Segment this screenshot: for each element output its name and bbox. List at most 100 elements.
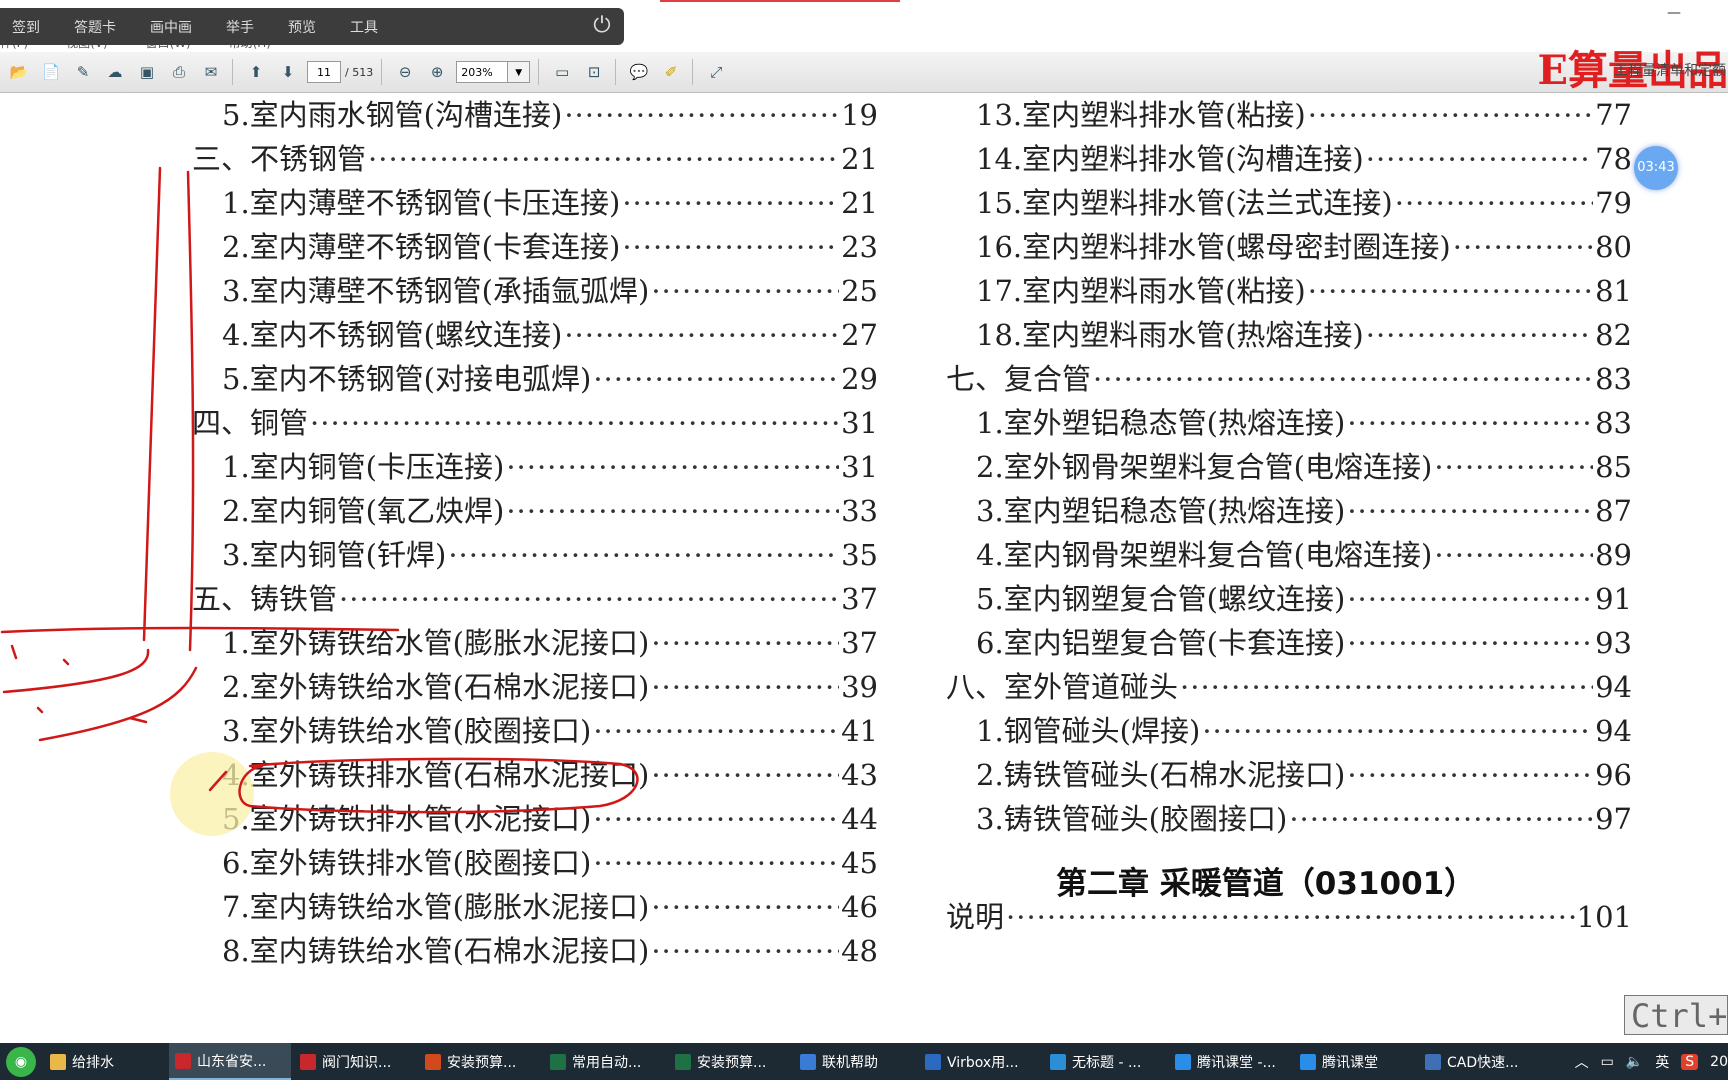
toc-entry[interactable]: 2.室外钢骨架塑料复合管(电熔连接) 85 bbox=[976, 445, 1632, 489]
battery-icon[interactable]: ▭ bbox=[1601, 1054, 1614, 1070]
toc-entry[interactable]: 4.室外铸铁排水管(石棉水泥接口) 43 bbox=[222, 753, 878, 797]
page-number-input[interactable]: 11 bbox=[307, 61, 341, 83]
toc-leader-dots bbox=[339, 577, 839, 621]
toc-entry-text: 8.室内铸铁给水管(石棉水泥接口) bbox=[222, 934, 650, 968]
toc-entry-page: 83 bbox=[1595, 406, 1632, 440]
picture-in-picture-button[interactable]: 画中画 bbox=[150, 17, 192, 37]
toc-section[interactable]: 八、室外管道碰头 94 bbox=[946, 665, 1632, 709]
taskbar-item[interactable]: 无标题 - ... bbox=[1044, 1043, 1166, 1080]
toc-entry[interactable]: 5.室外铸铁排水管(水泥接口) 44 bbox=[222, 797, 878, 841]
taskbar-item[interactable]: Virbox用... bbox=[919, 1043, 1041, 1080]
toc-entry-text: 说明 bbox=[946, 900, 1005, 934]
taskbar-item[interactable]: 山东省安... bbox=[169, 1043, 291, 1080]
toc-entry[interactable]: 8.室内铸铁给水管(石棉水泥接口) 48 bbox=[222, 929, 878, 973]
taskbar-item[interactable]: 联机帮助 bbox=[794, 1043, 916, 1080]
toc-entry[interactable]: 3.室内薄壁不锈钢管(承插氩弧焊) 25 bbox=[222, 269, 878, 313]
preview-button[interactable]: 预览 bbox=[288, 17, 316, 37]
taskbar-item[interactable]: 腾讯课堂 -... bbox=[1169, 1043, 1291, 1080]
ime-indicator[interactable]: 英 bbox=[1655, 1052, 1669, 1072]
toc-entry-page: 29 bbox=[841, 362, 878, 396]
toc-entry[interactable]: 3.室内铜管(钎焊) 35 bbox=[222, 533, 878, 577]
checkin-button[interactable]: 签到 bbox=[12, 17, 40, 37]
start-button[interactable]: ◉ bbox=[6, 1046, 36, 1077]
page-total: / 513 bbox=[345, 65, 374, 79]
raise-hand-button[interactable]: 举手 bbox=[226, 17, 254, 37]
previous-page-icon[interactable]: ⬆ bbox=[243, 59, 269, 85]
toc-entry[interactable]: 7.室内铸铁给水管(膨胀水泥接口) 46 bbox=[222, 885, 878, 929]
fit-width-icon[interactable]: ⊡ bbox=[581, 59, 607, 85]
taskbar-item[interactable]: 常用自动... bbox=[544, 1043, 666, 1080]
toc-entry[interactable]: 6.室内铝塑复合管(卡套连接) 93 bbox=[976, 621, 1632, 665]
toc-entry[interactable]: 13.室内塑料排水管(粘接) 77 bbox=[976, 93, 1632, 137]
toc-entry[interactable]: 14.室内塑料排水管(沟槽连接) 78 bbox=[976, 137, 1632, 181]
taskbar-item[interactable]: CAD快速... bbox=[1419, 1043, 1541, 1080]
toc-entry-page: 39 bbox=[841, 670, 878, 704]
toc-entry[interactable]: 15.室内塑料排水管(法兰式连接) 79 bbox=[976, 181, 1632, 225]
power-icon[interactable]: ⏻ bbox=[588, 12, 616, 40]
open-file-icon[interactable]: 📂 bbox=[6, 59, 32, 85]
save-icon[interactable]: ▣ bbox=[134, 59, 160, 85]
toc-entry[interactable]: 1.室内铜管(卡压连接) 31 bbox=[222, 445, 878, 489]
toc-section[interactable]: 七、复合管 83 bbox=[946, 357, 1632, 401]
zoom-input[interactable]: 203% bbox=[456, 61, 509, 83]
toc-section[interactable]: 三、不锈钢管 21 bbox=[192, 137, 878, 181]
toc-entry[interactable]: 3.室内塑铝稳态管(热熔连接) 87 bbox=[976, 489, 1632, 533]
toc-entry[interactable]: 5.室内钢塑复合管(螺纹连接) 91 bbox=[976, 577, 1632, 621]
volume-icon[interactable]: 🔈 bbox=[1626, 1054, 1643, 1070]
toc-entry[interactable]: 4.室内不锈钢管(螺纹连接) 27 bbox=[222, 313, 878, 357]
toc-entry[interactable]: 18.室内塑料雨水管(热熔连接) 82 bbox=[976, 313, 1632, 357]
toc-entry[interactable]: 5.室内雨水钢管(沟槽连接) 19 bbox=[222, 93, 878, 137]
toc-entry[interactable]: 2.铸铁管碰头(石棉水泥接口) 96 bbox=[976, 753, 1632, 797]
toc-leader-dots bbox=[1308, 93, 1593, 137]
zoom-out-icon[interactable]: ⊖ bbox=[392, 59, 418, 85]
clock[interactable]: 20 bbox=[1710, 1054, 1728, 1070]
taskbar-item[interactable]: 安装预算... bbox=[669, 1043, 791, 1080]
zoom-dropdown-icon[interactable]: ▼ bbox=[508, 61, 531, 83]
next-page-icon[interactable]: ⬇ bbox=[275, 59, 301, 85]
edit-icon[interactable]: ✎ bbox=[70, 59, 96, 85]
toc-entry[interactable]: 16.室内塑料排水管(螺母密封圈连接) 80 bbox=[976, 225, 1632, 269]
taskbar-item[interactable]: 安装预算... bbox=[419, 1043, 541, 1080]
toc-leader-dots bbox=[448, 533, 839, 577]
toc-entry[interactable]: 1.室内薄壁不锈钢管(卡压连接) 21 bbox=[222, 181, 878, 225]
tray-chevron-icon[interactable]: ︿ bbox=[1575, 1052, 1589, 1072]
toc-entry[interactable]: 6.室外铸铁排水管(胶圈接口) 45 bbox=[222, 841, 878, 885]
fullscreen-icon[interactable]: ⤢ bbox=[703, 59, 729, 85]
minimize-button[interactable]: — bbox=[1660, 2, 1688, 24]
sogou-icon[interactable]: S bbox=[1681, 1053, 1699, 1070]
taskbar-item[interactable]: 给排水 bbox=[44, 1043, 166, 1080]
toc-entry[interactable]: 4.室内钢骨架塑料复合管(电熔连接) 89 bbox=[976, 533, 1632, 577]
highlight-icon[interactable]: ✐ bbox=[658, 59, 684, 85]
toc-entry[interactable]: 1.钢管碰头(焊接) 94 bbox=[976, 709, 1632, 753]
taskbar-item[interactable]: 阀门知识... bbox=[294, 1043, 416, 1080]
email-icon[interactable]: ✉ bbox=[198, 59, 224, 85]
tools-button[interactable]: 工具 bbox=[350, 17, 378, 37]
answer-card-button[interactable]: 答题卡 bbox=[74, 17, 116, 37]
toc-entry[interactable]: 3.室外铸铁给水管(胶圈接口) 41 bbox=[222, 709, 878, 753]
toc-entry-page: 25 bbox=[841, 274, 878, 308]
toc-entry[interactable]: 2.室外铸铁给水管(石棉水泥接口) 39 bbox=[222, 665, 878, 709]
toc-entry[interactable]: 2.室内铜管(氧乙炔焊) 33 bbox=[222, 489, 878, 533]
create-pdf-icon[interactable]: 📄 bbox=[38, 59, 64, 85]
fit-page-icon[interactable]: ▭ bbox=[549, 59, 575, 85]
print-icon[interactable]: ⎙ bbox=[166, 59, 192, 85]
toc-entry[interactable]: 说明 101 bbox=[946, 895, 1632, 939]
comment-icon[interactable]: 💬 bbox=[626, 59, 652, 85]
toc-leader-dots bbox=[1180, 665, 1593, 709]
toc-entry[interactable]: 3.铸铁管碰头(胶圈接口) 97 bbox=[976, 797, 1632, 841]
toc-entry[interactable]: 1.室外铸铁给水管(膨胀水泥接口) 37 bbox=[222, 621, 878, 665]
toc-section[interactable]: 五、铸铁管 37 bbox=[192, 577, 878, 621]
toc-entry[interactable]: 1.室外塑铝稳态管(热熔连接) 83 bbox=[976, 401, 1632, 445]
toc-entry[interactable]: 17.室内塑料雨水管(粘接) 81 bbox=[976, 269, 1632, 313]
zoom-in-icon[interactable]: ⊕ bbox=[424, 59, 450, 85]
toc-entry-text: 3.室内薄壁不锈钢管(承插氩弧焊) bbox=[222, 274, 650, 308]
taskbar-item[interactable]: 腾讯课堂 bbox=[1294, 1043, 1416, 1080]
timer-badge[interactable]: 03:43 bbox=[1634, 146, 1678, 190]
toc-entry[interactable]: 2.室内薄壁不锈钢管(卡套连接) 23 bbox=[222, 225, 878, 269]
toc-entry-page: 45 bbox=[841, 846, 878, 880]
toc-section[interactable]: 四、铜管 31 bbox=[192, 401, 878, 445]
toc-entry-text: 2.铸铁管碰头(石棉水泥接口) bbox=[976, 758, 1346, 792]
upload-icon[interactable]: ☁ bbox=[102, 59, 128, 85]
taskbar-apps: 给排水 山东省安... 阀门知识... 安装预算... 常用自动... 安装预算... 联机… bbox=[44, 1043, 1544, 1080]
toc-entry[interactable]: 5.室内不锈钢管(对接电弧焊) 29 bbox=[222, 357, 878, 401]
